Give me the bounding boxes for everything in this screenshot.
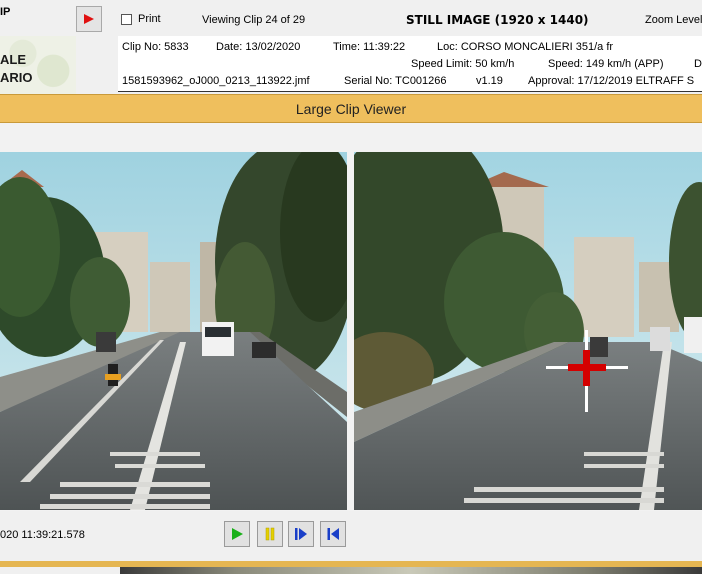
still-image-title: STILL IMAGE (1920 x 1440): [406, 13, 589, 27]
clip-location: Loc: CORSO MONCALIERI 351/a fr: [437, 41, 614, 53]
play-button[interactable]: [224, 521, 250, 547]
print-checkbox[interactable]: [121, 14, 132, 25]
clip-info-panel: Clip No: 5833 Date: 13/02/2020 Time: 11:…: [118, 36, 702, 92]
logo-tab-label: IP: [0, 6, 11, 18]
approval-info: Approval: 17/12/2019 ELTRAFF S: [528, 75, 695, 87]
viewer-title-bar: Large Clip Viewer: [0, 94, 702, 123]
play-icon: [84, 14, 94, 24]
logo-text-line-2: ARIO: [0, 70, 33, 85]
street-scene-right: [354, 152, 702, 510]
top-toolbar: IP ALE ARIO Print Viewing Clip 24 of 29 …: [0, 0, 702, 94]
skip-to-start-button[interactable]: [320, 521, 346, 547]
skip-to-start-icon: [327, 528, 339, 540]
clip-viewer: [0, 123, 702, 511]
bottom-strip: [0, 561, 702, 574]
measured-speed: Speed: 149 km/h (APP): [548, 58, 664, 70]
video-frame-left[interactable]: [0, 152, 347, 510]
play-clip-button[interactable]: [76, 6, 102, 32]
clip-file-name: 1581593962_oJ000_0213_113922.jmf: [122, 75, 310, 87]
step-forward-icon: [295, 528, 307, 540]
viewer-title: Large Clip Viewer: [295, 100, 407, 117]
street-scene-left: [0, 152, 347, 510]
viewing-clip-counter: Viewing Clip 24 of 29: [202, 14, 306, 26]
next-clip-preview: [120, 567, 702, 574]
video-frame-right[interactable]: [354, 152, 702, 510]
step-forward-button[interactable]: [288, 521, 314, 547]
play-icon: [232, 528, 243, 540]
print-label: Print: [138, 13, 161, 25]
speed-limit: Speed Limit: 50 km/h: [411, 58, 515, 70]
logo-text-line-1: ALE: [0, 52, 26, 67]
zoom-level-label: Zoom Level:: [645, 14, 702, 26]
clip-number: Clip No: 5833: [122, 41, 189, 53]
software-version: v1.19: [476, 75, 503, 87]
playback-controls: 020 11:39:21.578: [0, 511, 702, 561]
clip-time: Time: 11:39:22: [333, 41, 406, 53]
pause-button[interactable]: [257, 521, 283, 547]
serial-number: Serial No: TC001266: [344, 75, 447, 87]
clip-date: Date: 13/02/2020: [216, 41, 301, 53]
logo-area: IP ALE ARIO: [0, 0, 76, 94]
frame-timestamp: 020 11:39:21.578: [0, 529, 85, 541]
info-extra: D: [694, 58, 702, 70]
pause-icon: [265, 527, 275, 541]
